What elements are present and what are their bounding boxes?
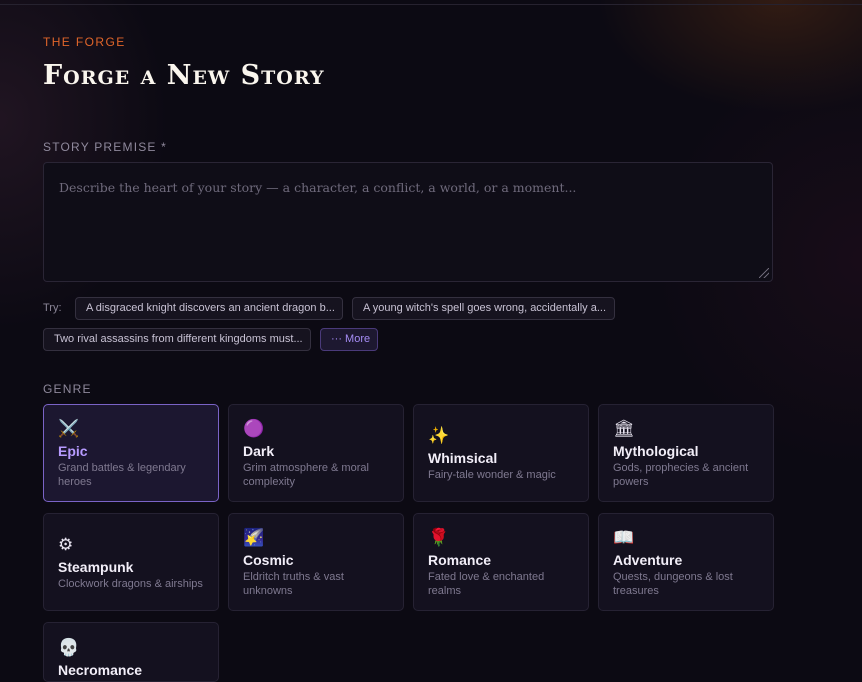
genre-description: Quests, dungeons & lost treasures bbox=[613, 570, 733, 597]
suggestion-chip[interactable]: A young witch's spell goes wrong, accide… bbox=[352, 297, 615, 320]
top-divider bbox=[0, 4, 862, 5]
genre-name: Adventure bbox=[613, 551, 683, 568]
genre-name: Steampunk bbox=[58, 558, 134, 575]
suggestion-chip[interactable]: Two rival assassins from different kingd… bbox=[43, 328, 311, 351]
genre-card-dark[interactable]: 🟣 Dark Grim atmosphere & moral complexit… bbox=[228, 404, 404, 502]
section-eyebrow: THE FORGE bbox=[43, 35, 126, 49]
genre-name: Epic bbox=[58, 442, 88, 459]
genre-description: Grand battles & legendary heroes bbox=[58, 461, 186, 488]
genre-card-epic[interactable]: ⚔️ Epic Grand battles & legendary heroes bbox=[43, 404, 219, 502]
map-book-icon: 📖 bbox=[613, 527, 635, 547]
genre-name: Cosmic bbox=[243, 551, 294, 568]
genre-description: Gods, prophecies & ancient powers bbox=[613, 461, 749, 488]
genre-name: Dark bbox=[243, 442, 275, 459]
try-label: Try: bbox=[43, 302, 62, 314]
genre-card-cosmic[interactable]: 🌠 Cosmic Eldritch truths & vast unknowns bbox=[228, 513, 404, 611]
crossed-swords-icon: ⚔️ bbox=[58, 418, 80, 438]
genre-label: GENRE bbox=[43, 382, 92, 396]
genre-card-mythological[interactable]: 🏛 Mythological Gods, prophecies & ancien… bbox=[598, 404, 774, 502]
genre-description: Clockwork dragons & airships bbox=[58, 577, 203, 590]
story-premise-label: STORY PREMISE * bbox=[43, 140, 168, 154]
genre-name: Romance bbox=[428, 551, 492, 568]
story-premise-box bbox=[43, 162, 773, 282]
resize-handle-icon[interactable] bbox=[759, 268, 769, 278]
genre-card-romance[interactable]: 🌹 Romance Fated love & enchanted realms bbox=[413, 513, 589, 611]
genre-name: Whimsical bbox=[428, 449, 498, 466]
skull-icon: 💀 bbox=[58, 638, 80, 657]
sparkles-icon: ✨ bbox=[428, 425, 450, 445]
genre-description: Grim atmosphere & moral complexity bbox=[243, 461, 369, 488]
genre-description: Eldritch truths & vast unknowns bbox=[243, 570, 344, 597]
page-title: Forge a New Story bbox=[43, 60, 325, 91]
more-suggestions-button[interactable]: ··· More bbox=[320, 328, 378, 351]
purple-orb-icon: 🟣 bbox=[243, 418, 265, 438]
rose-icon: 🌹 bbox=[428, 527, 450, 547]
suggestion-chip[interactable]: A disgraced knight discovers an ancient … bbox=[75, 297, 343, 320]
genre-name: Necromance bbox=[58, 662, 143, 678]
genre-name: Mythological bbox=[613, 442, 699, 459]
temple-icon: 🏛 bbox=[613, 418, 635, 438]
genre-card-necromance[interactable]: 💀 Necromance bbox=[43, 622, 219, 682]
gear-icon: ⚙ bbox=[58, 534, 74, 554]
genre-description: Fated love & enchanted realms bbox=[428, 570, 545, 597]
genre-card-whimsical[interactable]: ✨ Whimsical Fairy-tale wonder & magic bbox=[413, 404, 589, 502]
genre-description: Fairy-tale wonder & magic bbox=[428, 468, 556, 481]
story-premise-input[interactable] bbox=[44, 163, 772, 281]
comet-icon: 🌠 bbox=[243, 527, 265, 547]
genre-card-steampunk[interactable]: ⚙ Steampunk Clockwork dragons & airships bbox=[43, 513, 219, 611]
genre-card-adventure[interactable]: 📖 Adventure Quests, dungeons & lost trea… bbox=[598, 513, 774, 611]
